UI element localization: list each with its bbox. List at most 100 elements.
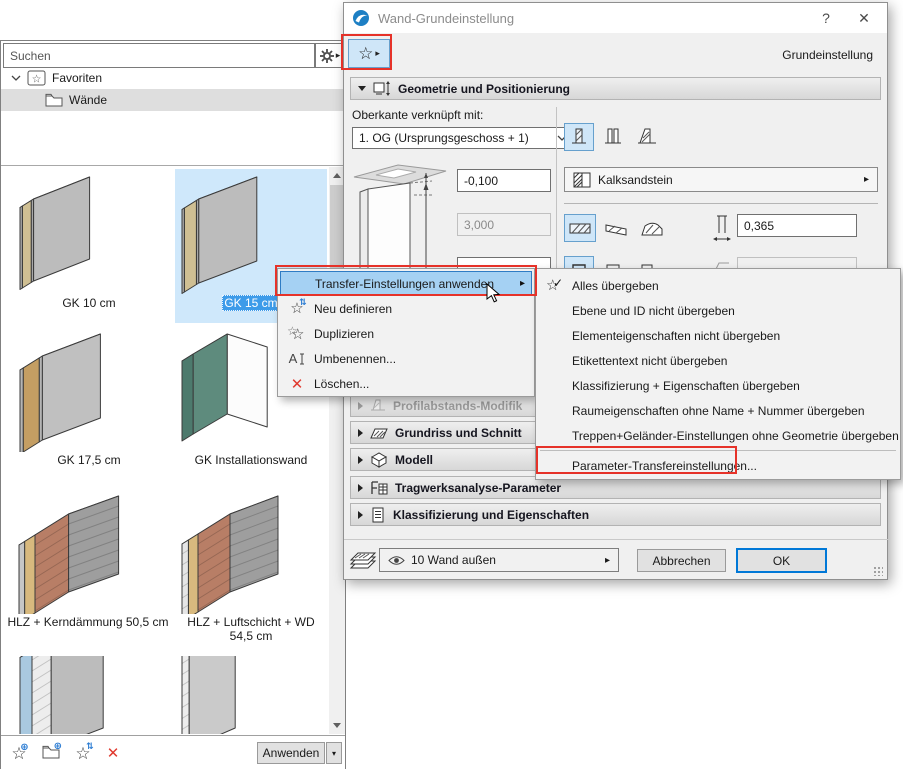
menu-item-transfer-settings[interactable]: Transfer-Einstellungen anwenden ▸ xyxy=(280,271,532,296)
section-geometry-title: Geometrie und Positionierung xyxy=(398,81,571,96)
favorite-item-label: HLZ + Luftschicht + WD 54,5 cm xyxy=(187,615,315,643)
favorite-item[interactable]: GK 10 cm xyxy=(5,169,173,323)
favorite-item-partial[interactable] xyxy=(175,656,327,734)
new-favorite-button[interactable]: ☆ ⊕ xyxy=(7,741,31,765)
layer-selector[interactable]: 10 Wand außen ▸ xyxy=(379,548,619,572)
ok-button[interactable]: OK xyxy=(736,548,827,573)
submenu-item-label: Treppen+Geländer-Einstellungen ohne Geom… xyxy=(572,428,899,443)
submenu-item-transfer-all[interactable]: ☆ ✓ Alles übergeben xyxy=(538,273,898,298)
list-divider xyxy=(1,165,345,166)
cross-section-double-slanted-button[interactable] xyxy=(636,214,668,242)
layers-icon xyxy=(349,552,377,569)
profiled-wall-icon xyxy=(638,128,656,144)
delete-favorite-button[interactable]: ✕ xyxy=(101,741,125,765)
rename-icon: A xyxy=(288,351,305,366)
tree-item-favoriten[interactable]: ☆ Favoriten xyxy=(1,67,345,89)
close-icon: ✕ xyxy=(858,9,870,26)
screenshot-root: { "icons": { "submenu_arrow": "▸", "drop… xyxy=(0,0,903,769)
submenu-item-zone-properties[interactable]: Raumeigenschaften ohne Name + Nummer übe… xyxy=(538,398,898,423)
tree-item-waende[interactable]: Wände xyxy=(1,89,345,111)
material-hatch-icon xyxy=(573,172,591,187)
wall-preview-hlz-luftschicht xyxy=(181,495,279,614)
section-classification-header[interactable]: Klassifizierung und Eigenschaften xyxy=(350,503,881,526)
section-label: Klassifizierung und Eigenschaften xyxy=(393,507,590,522)
dropdown-arrow-icon: ▾ xyxy=(331,748,336,758)
favorite-item[interactable]: HLZ + Kerndämmung 50,5 cm xyxy=(3,488,173,654)
wall-method-profiled-button[interactable] xyxy=(632,123,662,151)
double-wall-icon xyxy=(605,128,621,144)
model-box-icon xyxy=(370,452,388,468)
top-offset-input[interactable] xyxy=(457,169,551,192)
submenu-item-label: Klassifizierung + Eigenschaften übergebe… xyxy=(572,378,800,393)
section-label: Tragwerksanalyse-Parameter xyxy=(395,480,562,495)
classification-document-icon xyxy=(372,507,384,522)
resize-grip[interactable] xyxy=(873,566,883,576)
favorites-folder-icon: ☆ xyxy=(27,70,46,86)
submenu-item-stair-railing-settings[interactable]: Treppen+Geländer-Einstellungen ohne Geom… xyxy=(538,423,899,448)
section-label: Profilabstands-Modifik xyxy=(393,398,523,413)
slanted-section-icon xyxy=(605,224,627,236)
archicad-logo-icon xyxy=(353,10,369,26)
tree-item-label: Favoriten xyxy=(52,71,103,85)
tree-item-label: Wände xyxy=(69,93,108,107)
star-arrow-icon: ▸ xyxy=(375,48,380,58)
wall-method-double-button[interactable] xyxy=(598,123,628,151)
expand-triangle-icon xyxy=(358,510,363,519)
menu-item-duplicate[interactable]: ☆ ☆ Duplizieren xyxy=(280,321,532,346)
favorite-item-partial[interactable] xyxy=(5,656,173,734)
apply-button[interactable]: Anwenden xyxy=(257,742,325,764)
close-button[interactable]: ✕ xyxy=(847,3,881,33)
help-button[interactable]: ? xyxy=(809,3,843,33)
new-folder-button[interactable]: ⊕ xyxy=(39,741,63,765)
favorites-panel: ▸ ☆ Favoriten Wände GK 10 cm GK 15 cm GK… xyxy=(0,40,346,769)
expand-triangle-icon xyxy=(358,401,363,410)
cross-section-slanted-button[interactable] xyxy=(600,214,632,242)
submenu-item-no-layer-id[interactable]: Ebene und ID nicht übergeben xyxy=(538,298,898,323)
submenu-item-label: Parameter-Transfereinstellungen... xyxy=(572,458,757,473)
wall-preview-gk10 xyxy=(19,176,91,290)
favorite-item[interactable]: GK 17,5 cm xyxy=(5,326,173,484)
favorite-item-label-selected: GK 15 cm xyxy=(222,295,280,311)
top-link-select[interactable]: 1. OG (Ursprungsgeschoss + 1) xyxy=(352,127,574,149)
chevron-down-icon xyxy=(11,75,21,81)
wall-preview-partial-2 xyxy=(181,656,236,734)
menu-item-redefine[interactable]: ☆ ⇅ Neu definieren xyxy=(280,296,532,321)
redefine-favorite-button[interactable]: ☆ ⇅ xyxy=(71,741,95,765)
thickness-input[interactable] xyxy=(737,214,857,237)
wall-preview-hlz-kerndaemmung xyxy=(18,495,120,614)
apply-button-label: Anwenden xyxy=(262,746,320,760)
favorite-item-label: GK 17,5 cm xyxy=(57,453,121,467)
section-geometry-header[interactable]: Geometrie und Positionierung xyxy=(350,77,881,100)
menu-item-rename[interactable]: A Umbenennen... xyxy=(280,346,532,371)
cross-section-straight-button[interactable] xyxy=(564,214,596,242)
submenu-item-label: Raumeigenschaften ohne Name + Nummer übe… xyxy=(572,403,865,418)
submenu-item-label: Elementeigenschaften nicht übergeben xyxy=(572,328,781,343)
submenu-item-parameter-transfer-settings[interactable]: Parameter-Transfereinstellungen... xyxy=(538,453,898,478)
menu-item-delete[interactable]: ✕ Löschen... xyxy=(280,371,532,396)
profile-offset-icon xyxy=(371,399,385,410)
star-check-icon: ☆ ✓ xyxy=(546,275,564,294)
ok-button-label: OK xyxy=(772,553,791,568)
expand-triangle-icon xyxy=(358,428,363,437)
wall-method-straight-button[interactable] xyxy=(564,123,594,151)
search-input[interactable] xyxy=(3,43,315,68)
submenu-item-no-element-properties[interactable]: Elementeigenschaften nicht übergeben xyxy=(538,323,898,348)
favorite-item[interactable]: HLZ + Luftschicht + WD 54,5 cm xyxy=(175,488,327,654)
wall-preview-partial-1 xyxy=(19,656,104,734)
submenu-item-classification-properties[interactable]: Klassifizierung + Eigenschaften übergebe… xyxy=(538,373,898,398)
eye-icon xyxy=(388,555,405,565)
layer-arrow-icon: ▸ xyxy=(604,554,610,566)
submenu-item-no-label-text[interactable]: Etikettentext nicht übergeben xyxy=(538,348,898,373)
cancel-button[interactable]: Abbrechen xyxy=(637,549,726,572)
dialog-titlebar[interactable]: Wand-Grundeinstellung ? ✕ xyxy=(344,3,887,33)
apply-dropdown-button[interactable]: ▾ xyxy=(326,742,342,764)
menu-item-label: Umbenennen... xyxy=(314,351,397,366)
favorite-item-label: GK 10 cm xyxy=(62,296,116,310)
star-icon: ☆ xyxy=(358,44,374,63)
material-selector[interactable]: Kalksandstein ▸ xyxy=(564,167,878,192)
geometry-section-icon xyxy=(373,80,390,96)
search-settings-button[interactable]: ▸ xyxy=(315,43,344,68)
wall-preview-gk175 xyxy=(19,333,101,452)
scrollbar-down-arrow[interactable] xyxy=(329,717,345,734)
favorites-star-button[interactable]: ☆ ▸ xyxy=(348,39,390,68)
